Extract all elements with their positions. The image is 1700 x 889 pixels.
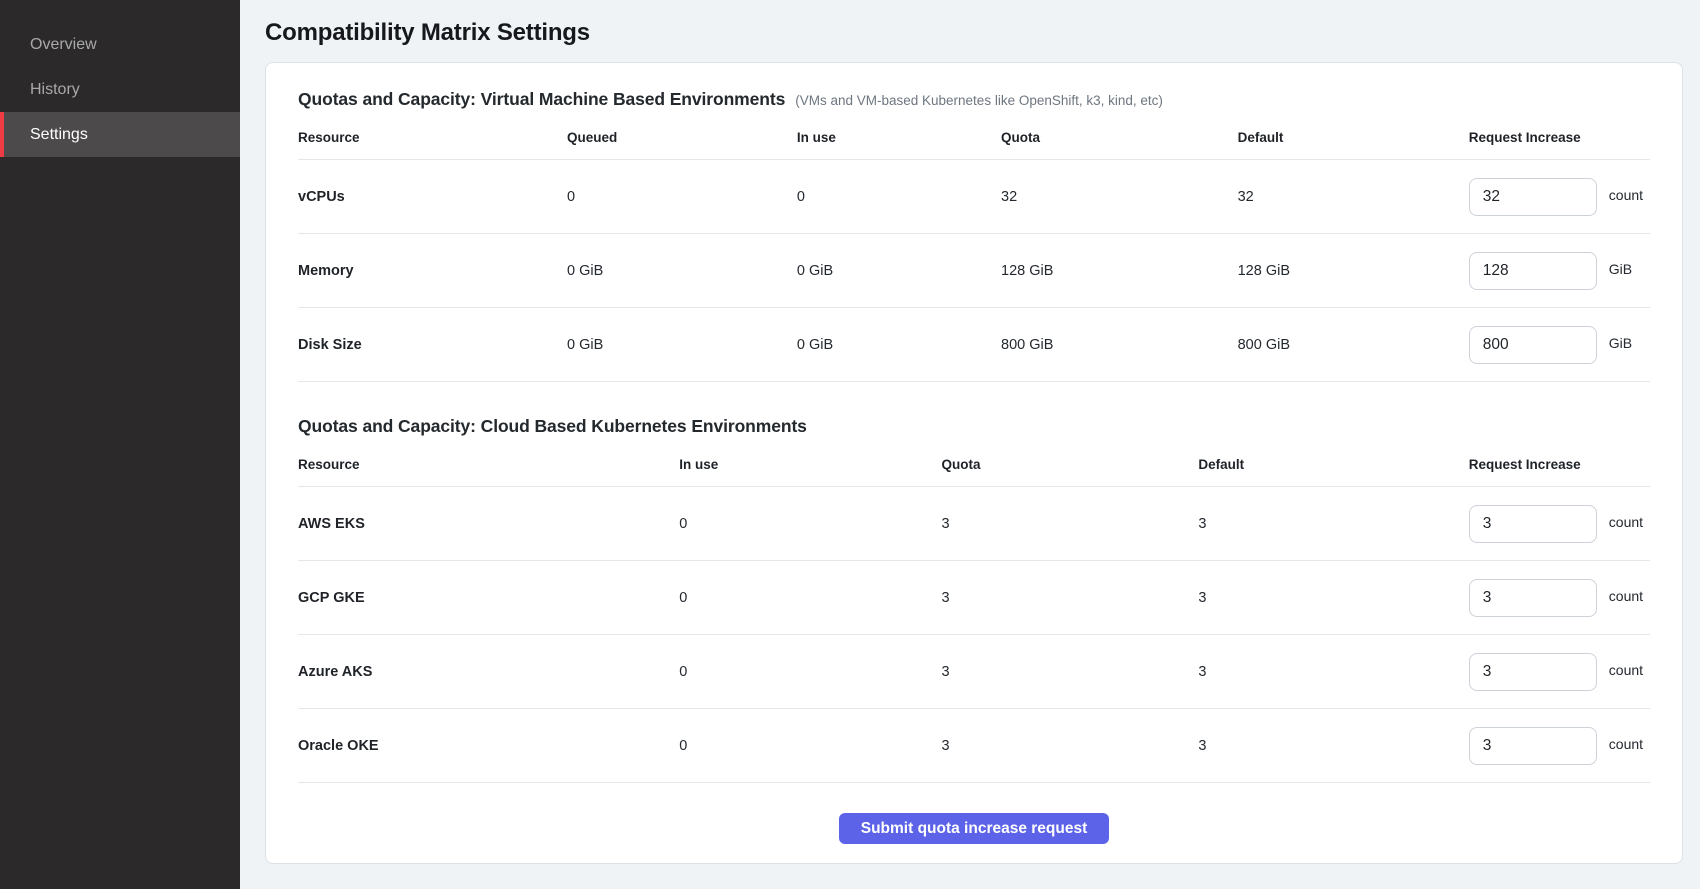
- column-header-resource: Resource: [298, 451, 679, 486]
- cloud-table-header-row: Resource In use Quota Default Request In…: [298, 451, 1650, 487]
- vcpus-request-input[interactable]: [1469, 178, 1597, 216]
- cell-quota: 32: [1001, 189, 1238, 205]
- settings-card: Quotas and Capacity: Virtual Machine Bas…: [265, 62, 1683, 864]
- column-header-quota: Quota: [942, 451, 1199, 486]
- cell-quota: 3: [942, 590, 1199, 606]
- sidebar-item-settings[interactable]: Settings: [0, 112, 240, 157]
- vm-quota-table: Resource Queued In use Quota Default Req…: [298, 124, 1650, 382]
- cell-in-use: 0: [679, 516, 941, 532]
- column-header-quota: Quota: [1001, 124, 1238, 159]
- sidebar-nav: Overview History Settings: [0, 22, 240, 157]
- cell-default: 3: [1198, 738, 1468, 754]
- cell-request-increase: count: [1469, 653, 1650, 691]
- sidebar-item-history[interactable]: History: [0, 67, 240, 112]
- unit-label: count: [1609, 662, 1643, 678]
- cell-request-increase: count: [1469, 505, 1650, 543]
- cloud-section-title: Quotas and Capacity: Cloud Based Kuberne…: [298, 416, 807, 437]
- column-header-default: Default: [1198, 451, 1468, 486]
- cell-request-increase: count: [1469, 727, 1650, 765]
- unit-label: count: [1609, 588, 1643, 604]
- disk-size-request-input[interactable]: [1469, 326, 1597, 364]
- cell-request-increase: count: [1469, 579, 1650, 617]
- cell-quota: 3: [942, 738, 1199, 754]
- cell-default: 800 GiB: [1238, 337, 1469, 353]
- unit-label: count: [1609, 736, 1643, 752]
- cell-queued: 0: [567, 189, 797, 205]
- cell-resource: vCPUs: [298, 189, 567, 205]
- sidebar-item-overview[interactable]: Overview: [0, 22, 240, 67]
- cell-resource: AWS EKS: [298, 516, 679, 532]
- vm-section-title: Quotas and Capacity: Virtual Machine Bas…: [298, 89, 785, 110]
- submit-quota-increase-button[interactable]: Submit quota increase request: [839, 813, 1110, 844]
- unit-label: count: [1609, 514, 1643, 530]
- app-root: Overview History Settings Compatibility …: [0, 0, 1700, 889]
- table-row-memory: Memory 0 GiB 0 GiB 128 GiB 128 GiB GiB: [298, 234, 1650, 308]
- cell-default: 3: [1198, 590, 1468, 606]
- vm-section-header: Quotas and Capacity: Virtual Machine Bas…: [298, 89, 1650, 110]
- cell-resource: Azure AKS: [298, 664, 679, 680]
- page-title: Compatibility Matrix Settings: [265, 19, 1683, 47]
- unit-label: GiB: [1609, 261, 1632, 277]
- cloud-quota-table: Resource In use Quota Default Request In…: [298, 451, 1650, 783]
- cell-request-increase: GiB: [1469, 252, 1650, 290]
- vm-section-subtitle: (VMs and VM-based Kubernetes like OpenSh…: [795, 93, 1163, 108]
- cell-in-use: 0: [679, 738, 941, 754]
- column-header-resource: Resource: [298, 124, 567, 159]
- cell-request-increase: count: [1469, 178, 1650, 216]
- column-header-request-increase: Request Increase: [1469, 124, 1650, 159]
- cell-default: 32: [1238, 189, 1469, 205]
- cell-resource: GCP GKE: [298, 590, 679, 606]
- column-header-in-use: In use: [679, 451, 941, 486]
- cell-in-use: 0: [679, 664, 941, 680]
- azure-aks-request-input[interactable]: [1469, 653, 1597, 691]
- column-header-queued: Queued: [567, 124, 797, 159]
- cell-resource: Memory: [298, 263, 567, 279]
- cell-quota: 800 GiB: [1001, 337, 1238, 353]
- cell-quota: 3: [942, 516, 1199, 532]
- column-header-default: Default: [1238, 124, 1469, 159]
- table-row-gcp-gke: GCP GKE 0 3 3 count: [298, 561, 1650, 635]
- cell-quota: 128 GiB: [1001, 263, 1238, 279]
- cell-default: 3: [1198, 664, 1468, 680]
- table-row-azure-aks: Azure AKS 0 3 3 count: [298, 635, 1650, 709]
- table-row-oracle-oke: Oracle OKE 0 3 3 count: [298, 709, 1650, 783]
- main-content: Compatibility Matrix Settings Quotas and…: [240, 0, 1700, 889]
- cell-in-use: 0 GiB: [797, 263, 1001, 279]
- gcp-gke-request-input[interactable]: [1469, 579, 1597, 617]
- vm-table-header-row: Resource Queued In use Quota Default Req…: [298, 124, 1650, 160]
- unit-label: GiB: [1609, 335, 1632, 351]
- cell-in-use: 0: [797, 189, 1001, 205]
- cell-quota: 3: [942, 664, 1199, 680]
- column-header-request-increase: Request Increase: [1469, 451, 1650, 486]
- table-row-disk-size: Disk Size 0 GiB 0 GiB 800 GiB 800 GiB Gi…: [298, 308, 1650, 382]
- column-header-in-use: In use: [797, 124, 1001, 159]
- cell-in-use: 0 GiB: [797, 337, 1001, 353]
- cell-in-use: 0: [679, 590, 941, 606]
- cell-default: 3: [1198, 516, 1468, 532]
- cell-resource: Oracle OKE: [298, 738, 679, 754]
- cell-resource: Disk Size: [298, 337, 567, 353]
- cloud-section-header: Quotas and Capacity: Cloud Based Kuberne…: [298, 416, 1650, 437]
- table-row-vcpus: vCPUs 0 0 32 32 count: [298, 160, 1650, 234]
- oracle-oke-request-input[interactable]: [1469, 727, 1597, 765]
- sidebar: Overview History Settings: [0, 0, 240, 889]
- submit-button-row: Submit quota increase request: [298, 813, 1650, 844]
- table-row-aws-eks: AWS EKS 0 3 3 count: [298, 487, 1650, 561]
- aws-eks-request-input[interactable]: [1469, 505, 1597, 543]
- cell-queued: 0 GiB: [567, 337, 797, 353]
- cell-queued: 0 GiB: [567, 263, 797, 279]
- cell-request-increase: GiB: [1469, 326, 1650, 364]
- memory-request-input[interactable]: [1469, 252, 1597, 290]
- cell-default: 128 GiB: [1238, 263, 1469, 279]
- unit-label: count: [1609, 187, 1643, 203]
